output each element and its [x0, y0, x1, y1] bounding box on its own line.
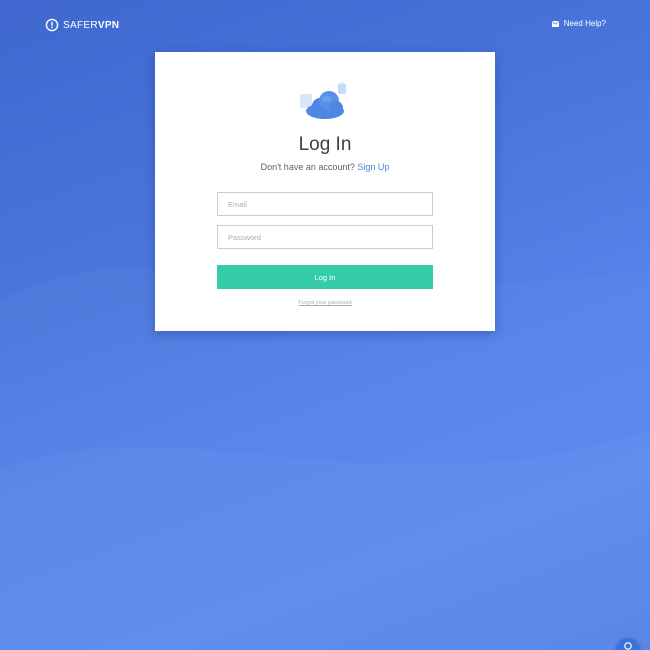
brand-name-bold: VPN — [97, 19, 120, 31]
login-button[interactable]: Log In — [217, 265, 433, 289]
chat-button[interactable] — [616, 638, 640, 650]
brand-logo[interactable]: SAFER VPN — [45, 18, 119, 32]
mail-icon — [551, 20, 559, 27]
forgot-password-link[interactable]: Forgot your password — [155, 300, 495, 306]
signup-link[interactable]: Sign Up — [357, 162, 389, 172]
need-help-link[interactable]: Need Help? — [551, 19, 606, 28]
signup-prompt-text: Don't have an account? — [260, 162, 355, 172]
email-field[interactable] — [217, 192, 433, 216]
login-card: Log In Don't have an account? Sign Up Lo… — [155, 52, 495, 331]
shield-icon — [45, 18, 59, 32]
need-help-label: Need Help? — [563, 19, 606, 28]
chat-icon — [624, 642, 632, 650]
cloud-icon — [300, 82, 346, 119]
password-field[interactable] — [217, 225, 433, 249]
signup-prompt-line: Don't have an account? Sign Up — [155, 162, 495, 172]
brand-name-light: SAFER — [63, 19, 98, 31]
page-title: Log In — [298, 134, 352, 155]
